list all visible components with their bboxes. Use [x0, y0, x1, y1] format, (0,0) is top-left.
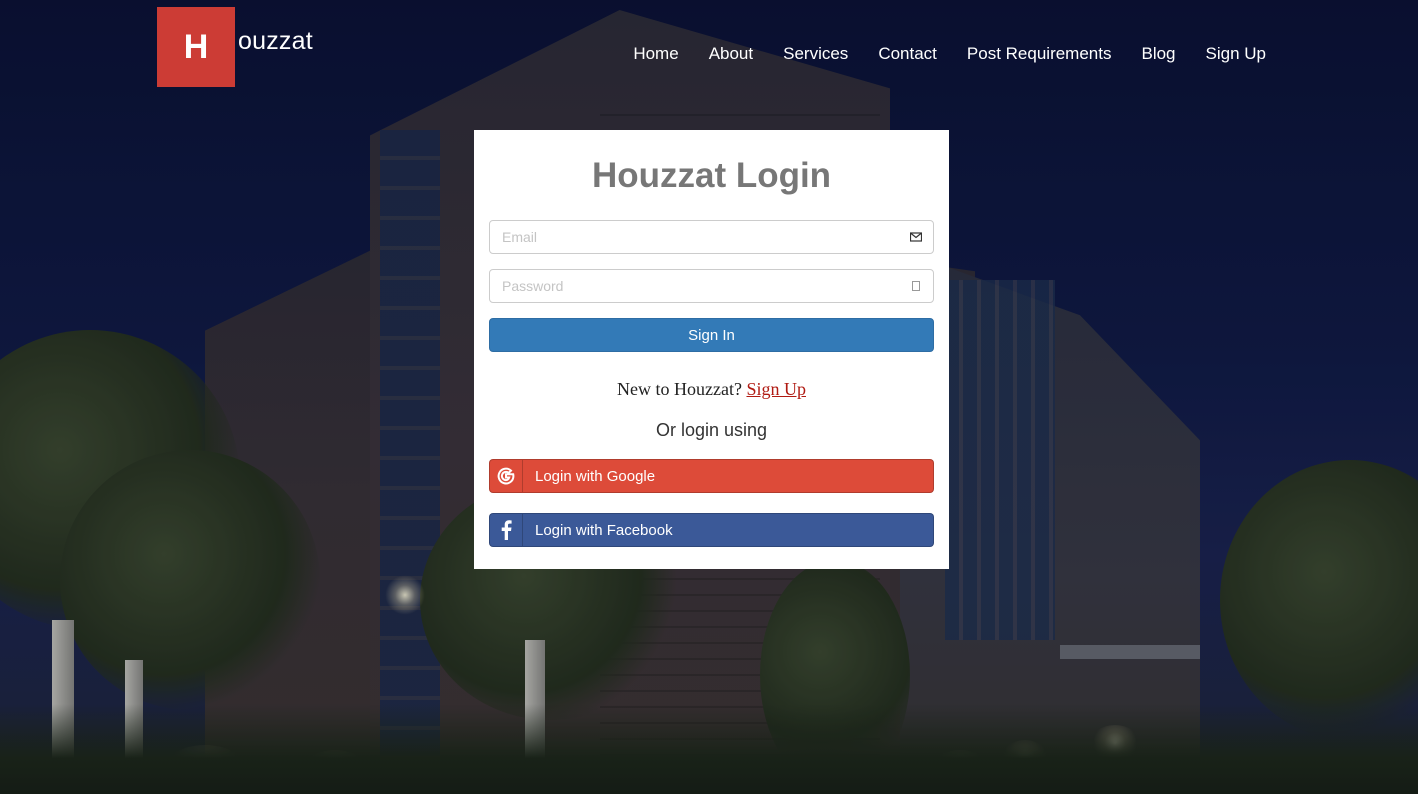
login-facebook-button[interactable]: Login with Facebook [489, 513, 934, 547]
site-logo[interactable]: H ouzzat [157, 7, 313, 87]
login-google-button[interactable]: Login with Google [489, 459, 934, 493]
nav-post-requirements[interactable]: Post Requirements [967, 44, 1112, 64]
new-user-text: New to Houzzat? [617, 379, 742, 399]
email-field-wrapper [489, 220, 934, 254]
nav-about[interactable]: About [709, 44, 753, 64]
logo-letter: H [183, 27, 209, 66]
login-card: Houzzat Login Sign In New to Houzzat? Si… [474, 130, 949, 569]
nav-blog[interactable]: Blog [1141, 44, 1175, 64]
password-field[interactable] [490, 270, 933, 302]
facebook-label: Login with Facebook [535, 521, 673, 539]
login-title: Houzzat Login [591, 156, 832, 195]
facebook-icon [490, 514, 523, 546]
envelope-icon [910, 232, 922, 242]
sign-up-link[interactable]: Sign Up [746, 379, 806, 399]
main-nav: Home About Services Contact Post Require… [633, 44, 1266, 64]
google-icon [490, 460, 523, 492]
logo-mark: H [157, 7, 235, 87]
nav-services[interactable]: Services [783, 44, 848, 64]
google-label: Login with Google [535, 467, 656, 485]
nav-home[interactable]: Home [633, 44, 678, 64]
logo-wordmark: ouzzat [238, 26, 313, 55]
lock-icon [912, 281, 920, 291]
new-user-prompt: New to Houzzat? Sign Up [489, 379, 934, 400]
nav-sign-up[interactable]: Sign Up [1206, 44, 1266, 64]
password-field-wrapper [489, 269, 934, 303]
email-field[interactable] [490, 221, 933, 253]
sign-in-button[interactable]: Sign In [489, 318, 934, 352]
or-login-text: Or login using [655, 420, 768, 440]
nav-contact[interactable]: Contact [878, 44, 937, 64]
